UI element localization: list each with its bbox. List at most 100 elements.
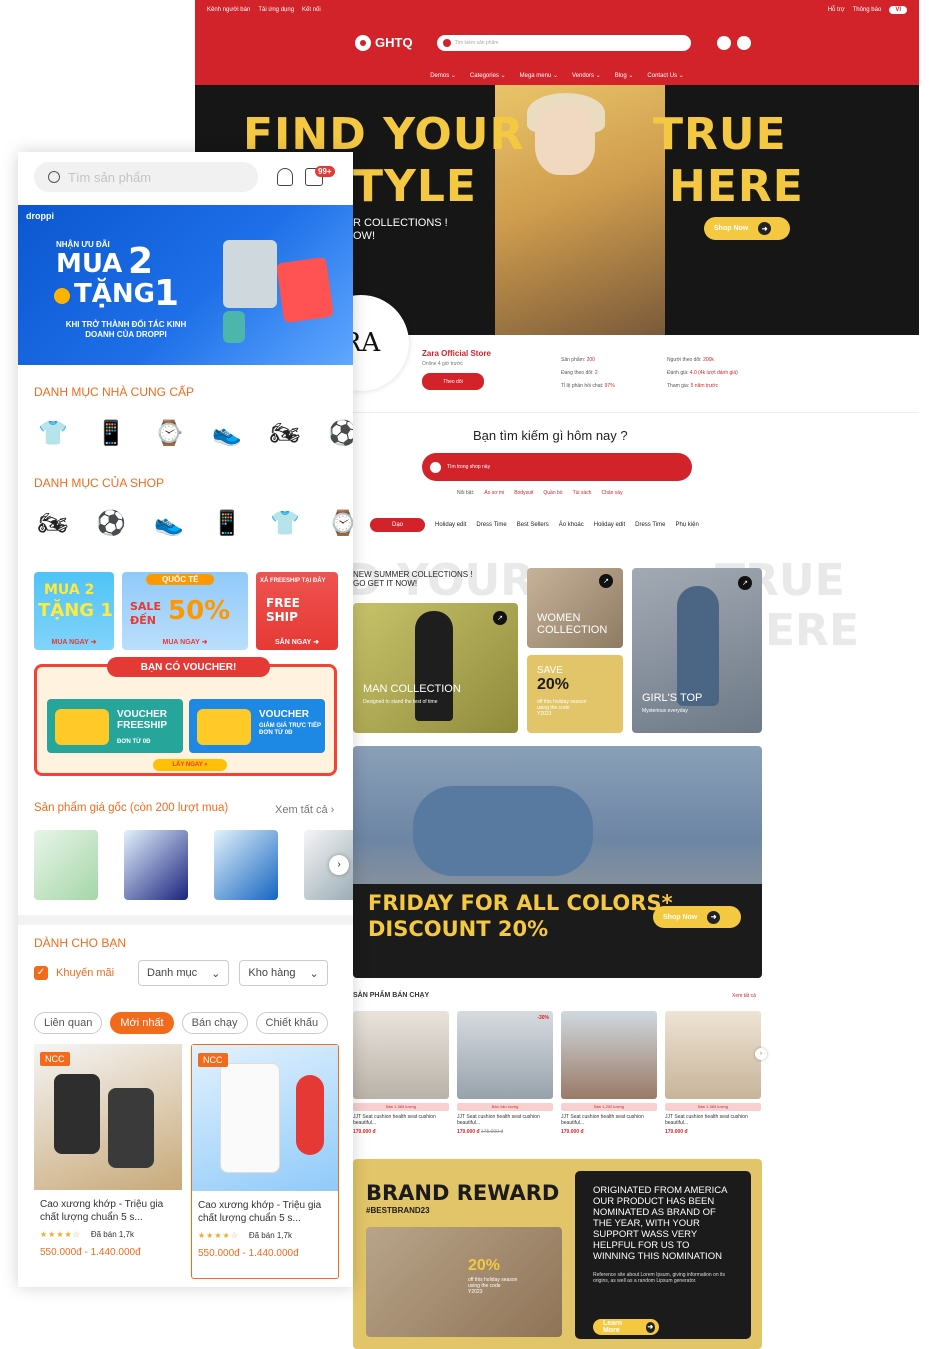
see-all-link[interactable]: Xem tất cả › <box>275 804 334 816</box>
tshirt-icon[interactable]: 👕 <box>34 414 72 452</box>
product-image <box>665 1011 761 1099</box>
header-search-input[interactable]: Tìm kiếm sản phẩm <box>436 34 691 51</box>
promo-filter-checkbox[interactable]: ✓ Khuyến mãi <box>34 966 128 980</box>
hero-shop-now-button[interactable]: Shop Now ➜ <box>704 217 790 240</box>
trend-item[interactable]: Túi xách <box>573 490 592 496</box>
product-sold: Đã bán 1,7k <box>90 1230 134 1239</box>
voucher-discount[interactable]: VOUCHER GIẢM GIÁ TRỰC TIẾP ĐƠN TỪ 0Đ <box>189 699 325 753</box>
droppi-banner[interactable]: droppi NHẬN ƯU ĐÃI MUA 2 TẶNG 1 KHI TRỞ … <box>18 205 353 365</box>
tab[interactable]: Dress Time <box>635 522 665 528</box>
save-card[interactable]: SAVE 20% off this holiday season using t… <box>527 655 623 733</box>
best-product-card[interactable]: -30% Bán 1ăn lượng JJT Seat cushion heal… <box>457 1011 553 1135</box>
support-link[interactable]: Hỗ trợ <box>828 7 845 13</box>
watch-icon[interactable]: ⌚ <box>324 504 353 542</box>
hero-shop-now-label: Shop Now <box>714 225 749 232</box>
nav-mega-menu[interactable]: Mega menu ⌄ <box>520 72 558 79</box>
women-collection-card[interactable]: ↗ WOMEN COLLECTION <box>527 568 623 648</box>
promo-freeship-card[interactable]: XẢ FREESHIP TẠI ĐÂY FREE SHIP SĂN NGAY ➜ <box>256 572 338 650</box>
tab[interactable]: Dress Time <box>476 522 506 528</box>
tab[interactable]: Best Sellers <box>517 522 549 528</box>
nav-demos[interactable]: Demos ⌄ <box>430 72 456 79</box>
girls-top-card[interactable]: ↗ GIRL'S TOP Mysterious everyday <box>632 568 762 733</box>
promo-line-1: FRIDAY FOR ALL COLORS* <box>368 891 673 915</box>
mobile-search-input[interactable]: Tìm sản phẩm <box>34 162 258 192</box>
best-product-card[interactable]: Bán 1,360 lượng JJT Seat cushion health … <box>665 1011 761 1135</box>
sneaker-icon[interactable]: 👟 <box>208 414 246 452</box>
tab[interactable]: Áo khoác <box>559 522 584 528</box>
chevron-right-icon[interactable]: › <box>329 855 349 875</box>
cart-icon[interactable] <box>716 35 731 50</box>
seller-channel-link[interactable]: Kênh người bán <box>207 7 250 13</box>
collections-header: NEW SUMMER COLLECTIONS ! GO GET IT NOW! <box>353 570 473 588</box>
watch-icon[interactable]: ⌚ <box>150 414 188 452</box>
tab[interactable]: Holiday edit <box>594 522 625 528</box>
nav-contact[interactable]: Contact Us ⌄ <box>647 72 683 79</box>
product-bottle <box>108 1088 154 1168</box>
nav-vendors[interactable]: Vendors ⌄ <box>572 72 601 79</box>
motorbike-icon[interactable]: 🏍 <box>34 504 72 542</box>
header-search-placeholder: Tìm kiếm sản phẩm <box>454 39 499 46</box>
promo-shop-now-button[interactable]: Shop Now ➜ <box>653 906 741 928</box>
original-price-title: Sản phẩm giá gốc (còn 200 lượt mua) <box>34 802 229 814</box>
droppi-logo: droppi <box>26 211 54 221</box>
sneaker-icon[interactable]: 👟 <box>150 504 188 542</box>
store-name[interactable]: Zara Official Store <box>422 349 491 358</box>
arrow-right-icon: ➜ <box>645 1321 655 1333</box>
category-dropdown[interactable]: Danh mục ⌄ <box>138 960 230 986</box>
user-icon[interactable] <box>736 35 751 50</box>
nav-blog[interactable]: Blog ⌄ <box>615 72 634 79</box>
promo-sale-card[interactable]: QUỐC TẾ SALE ĐẾN 50% MUA NGAY ➜ <box>122 572 248 650</box>
get-voucher-button[interactable]: LẤY NGAY » <box>153 759 227 771</box>
phone-icon[interactable]: 📱 <box>92 414 130 452</box>
language-toggle[interactable]: VI <box>889 6 907 14</box>
trend-item[interactable]: Chân váy <box>601 490 622 496</box>
product-card[interactable]: NCC Cao xương khớp - Triệu gia chất lượn… <box>34 1044 182 1279</box>
motorbike-icon[interactable]: 🏍 <box>266 414 304 452</box>
voucher-discount-sub: GIẢM GIÁ TRỰC TIẾP ĐƠN TỪ 0Đ <box>259 723 321 736</box>
man-collection-card[interactable]: ↗ MAN COLLECTION Designed to stand the t… <box>353 603 518 733</box>
ghost-text: ERE <box>765 605 859 656</box>
promo-buy2get1-card[interactable]: MUA 2 TẶNG 1 MUA NGAY ➜ <box>34 572 114 650</box>
notification-link[interactable]: Thông báo <box>853 7 882 13</box>
product-thumb[interactable] <box>124 830 188 900</box>
chip-best-selling[interactable]: Bán chạy <box>181 1012 248 1034</box>
chip-relevant[interactable]: Liên quan <box>34 1012 103 1034</box>
best-product-card[interactable]: Bán 1,202 lượng JJT Seat cushion health … <box>561 1011 657 1135</box>
chip-discount[interactable]: Chiết khấu <box>255 1012 329 1034</box>
arrow-up-right-icon: ↗ <box>738 576 752 590</box>
learn-more-button[interactable]: Learn More ➜ <box>593 1319 659 1335</box>
chip-newest[interactable]: Mới nhất <box>110 1012 174 1034</box>
blender-product <box>223 240 277 308</box>
stat-followers: Người theo dõi: 200k <box>667 357 714 363</box>
product-card-selected[interactable]: NCC Cao xương khớp - Triệu gia chất lượn… <box>191 1044 339 1279</box>
follow-button[interactable]: Theo dõi <box>422 373 484 390</box>
denim-photo <box>413 786 593 876</box>
tshirt-icon[interactable]: 👕 <box>266 504 304 542</box>
carousel-next-icon[interactable]: › <box>755 1048 767 1060</box>
desktop-header: GHTQ Tìm kiếm sản phẩm <box>195 20 919 65</box>
trend-item[interactable]: Bodysuit <box>514 490 533 496</box>
warehouse-dropdown[interactable]: Kho hàng ⌄ <box>239 960 328 986</box>
best-sellers-see-all[interactable]: Xem tất cả <box>732 993 756 999</box>
section-divider <box>18 915 353 925</box>
store-search-input[interactable]: Tìm trong shop này <box>422 453 692 481</box>
tab[interactable]: Holiday edit <box>435 522 466 528</box>
product-price: 170.000 đ 175.000 đ <box>457 1129 504 1135</box>
ball-icon[interactable]: ⚽ <box>324 414 353 452</box>
nav-categories[interactable]: Categories ⌄ <box>470 72 506 79</box>
ball-icon[interactable]: ⚽ <box>92 504 130 542</box>
product-thumb[interactable] <box>34 830 98 900</box>
trend-item[interactable]: Quần bò <box>543 490 562 496</box>
tab-active[interactable]: Dạo <box>370 518 426 532</box>
learn-more-label: Learn More <box>603 1320 623 1334</box>
best-product-card[interactable]: Bán 1,360 lượng JJT Seat cushion health … <box>353 1011 449 1135</box>
bell-icon[interactable] <box>277 168 293 186</box>
product-thumb[interactable] <box>214 830 278 900</box>
coin-icon <box>54 288 70 304</box>
trend-item[interactable]: Áo sơ mi <box>484 490 504 496</box>
phone-icon[interactable]: 📱 <box>208 504 246 542</box>
app-download-link[interactable]: Tải ứng dụng <box>258 7 294 13</box>
voucher-freeship[interactable]: VOUCHER FREESHIP ĐƠN TỪ 0Đ <box>47 699 183 753</box>
tab[interactable]: Phụ kiện <box>675 522 698 528</box>
site-logo[interactable]: GHTQ <box>355 34 413 51</box>
